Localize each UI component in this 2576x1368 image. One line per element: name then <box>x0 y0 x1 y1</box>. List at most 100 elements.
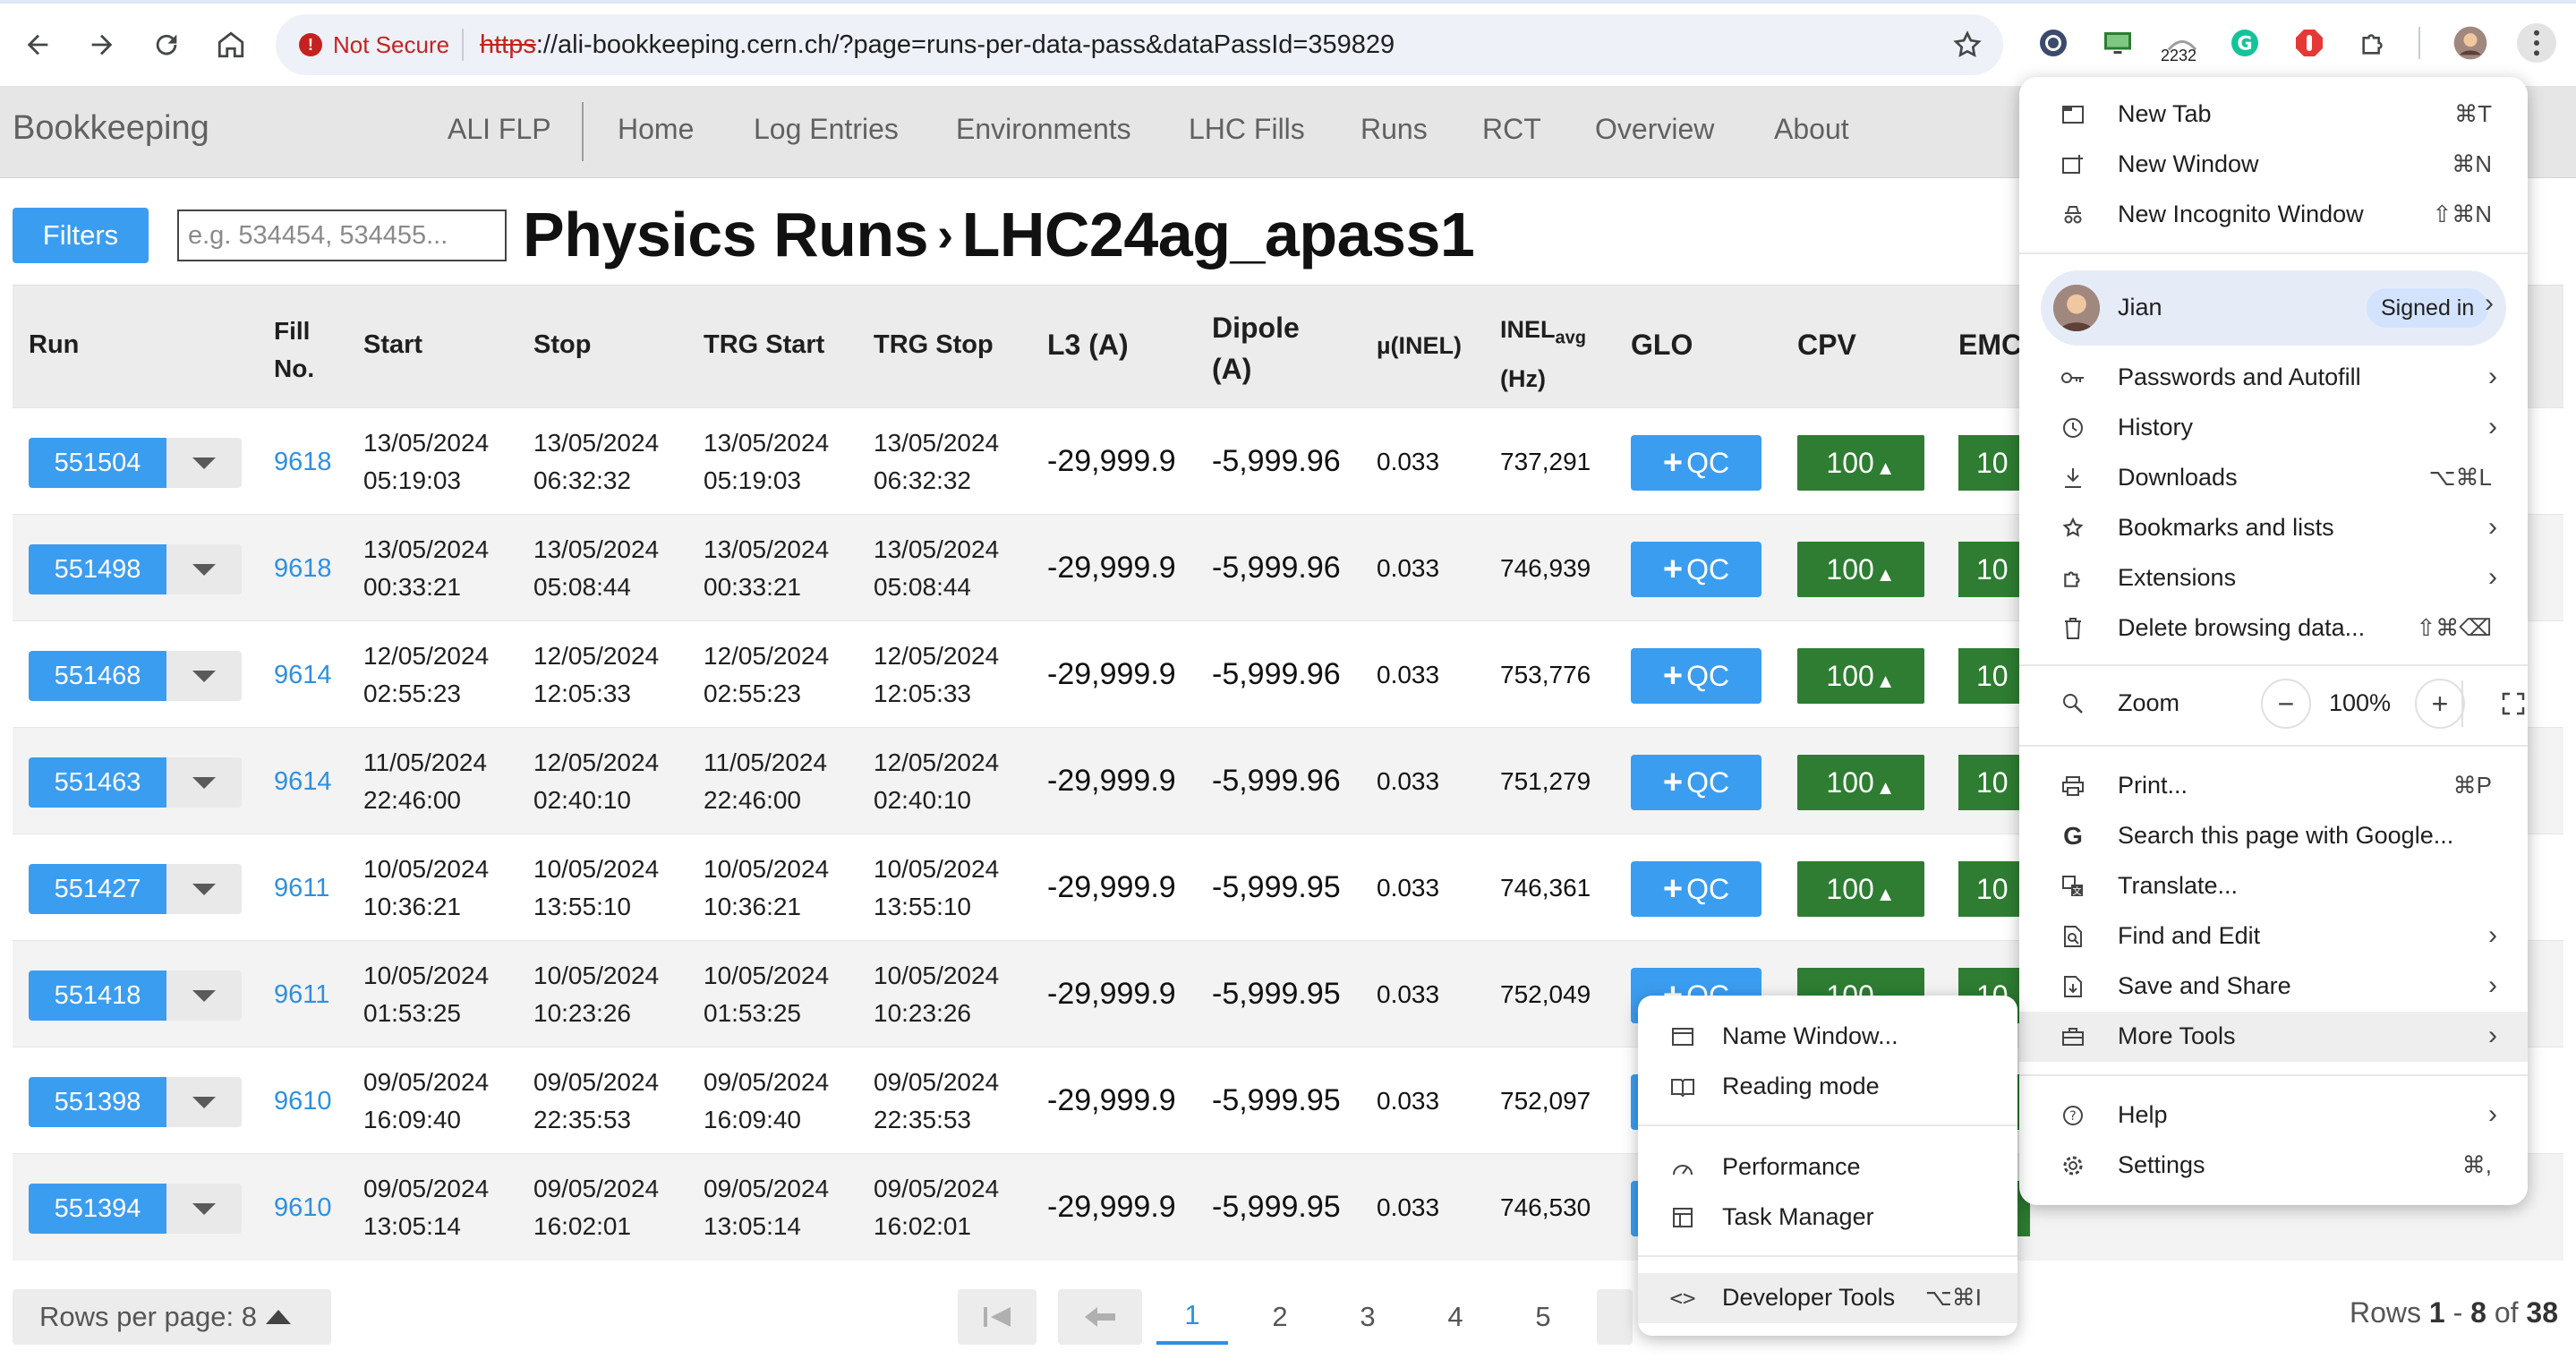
submenu-developer-tools[interactable]: <> Developer Tools ⌥⌘I <box>1638 1273 2017 1323</box>
run-number-button[interactable]: 551418 <box>29 970 166 1021</box>
run-dropdown-toggle[interactable] <box>166 970 242 1021</box>
previous-page-button[interactable] <box>1058 1289 1142 1345</box>
home-button[interactable] <box>208 21 254 68</box>
menu-passwords[interactable]: Passwords and Autofill › <box>2019 353 2528 403</box>
page-5[interactable]: 5 <box>1507 1289 1579 1345</box>
menu-history[interactable]: History › <box>2019 403 2528 453</box>
profile-avatar-button[interactable] <box>2451 23 2490 63</box>
run-search-input[interactable]: e.g. 534454, 534455... <box>177 209 507 261</box>
fill-number-link[interactable]: 9610 <box>274 1193 332 1223</box>
add-qc-flag-button[interactable]: +QC <box>1631 435 1761 491</box>
menu-downloads[interactable]: Downloads ⌥⌘L <box>2019 453 2528 503</box>
add-qc-flag-button[interactable]: +QC <box>1631 755 1761 810</box>
run-number-button[interactable]: 551398 <box>29 1077 166 1127</box>
extension-grammarly-icon[interactable]: G <box>2225 23 2265 63</box>
run-dropdown-toggle[interactable] <box>166 757 242 808</box>
brand-title[interactable]: Bookkeeping <box>13 109 209 148</box>
nav-ali-flp[interactable]: ALI FLP <box>448 113 551 146</box>
page-3[interactable]: 3 <box>1332 1289 1403 1345</box>
add-qc-flag-button[interactable]: +QC <box>1631 542 1761 597</box>
chrome-menu-button[interactable] <box>2517 23 2556 63</box>
nav-overview[interactable]: Overview <box>1595 113 1714 146</box>
first-page-button[interactable] <box>958 1289 1036 1345</box>
nav-runs[interactable]: Runs <box>1361 113 1428 146</box>
menu-new-window[interactable]: New Window ⌘N <box>2019 140 2528 190</box>
run-dropdown-toggle[interactable] <box>166 438 242 488</box>
nav-rct[interactable]: RCT <box>1482 113 1541 146</box>
submenu-name-window[interactable]: Name Window... <box>1638 1012 2017 1062</box>
menu-new-incognito[interactable]: New Incognito Window ⇧⌘N <box>2019 190 2528 240</box>
extensions-puzzle-icon[interactable] <box>2354 23 2393 63</box>
run-number-button[interactable]: 551463 <box>29 757 166 808</box>
submenu-reading-mode[interactable]: Reading mode <box>1638 1062 2017 1112</box>
run-number-button[interactable]: 551504 <box>29 438 166 488</box>
cpv-qc-badge[interactable]: 100▲ <box>1797 755 1924 810</box>
address-bar[interactable]: ! Not Secure https://ali-bookkeeping.cer… <box>276 14 2003 75</box>
col-inel-avg[interactable]: INELavg (Hz) <box>1500 309 1586 399</box>
cpv-qc-badge[interactable]: 100▲ <box>1797 648 1924 704</box>
cpv-qc-badge[interactable]: 100▲ <box>1797 861 1924 917</box>
col-emc[interactable]: EMC <box>1958 329 2022 362</box>
menu-print[interactable]: Print... ⌘P <box>2019 761 2528 811</box>
fill-number-link[interactable]: 9611 <box>274 874 329 903</box>
cpv-qc-badge[interactable]: 100▲ <box>1797 542 1924 597</box>
rows-per-page-select[interactable]: Rows per page: 8 <box>13 1289 331 1345</box>
menu-more-tools[interactable]: More Tools › <box>2019 1012 2528 1062</box>
menu-new-tab[interactable]: New Tab ⌘T <box>2019 90 2528 140</box>
filters-button[interactable]: Filters <box>13 208 149 263</box>
fill-number-link[interactable]: 9610 <box>274 1087 332 1116</box>
add-qc-flag-button[interactable]: +QC <box>1631 861 1761 917</box>
col-fill[interactable]: Fill No. <box>274 312 314 388</box>
run-dropdown-toggle[interactable] <box>166 651 242 701</box>
forward-button[interactable] <box>79 21 125 68</box>
zoom-out-button[interactable]: − <box>2261 679 2311 729</box>
menu-help[interactable]: ? Help › <box>2019 1090 2528 1141</box>
bookmark-star-icon[interactable] <box>1951 29 1983 61</box>
page-2[interactable]: 2 <box>1244 1289 1316 1345</box>
nav-about[interactable]: About <box>1774 113 1849 146</box>
col-stop[interactable]: Stop <box>533 330 591 360</box>
run-dropdown-toggle[interactable] <box>166 544 242 594</box>
fullscreen-button[interactable] <box>2492 682 2535 725</box>
run-dropdown-toggle[interactable] <box>166 1077 242 1127</box>
col-dipole[interactable]: Dipole (A) <box>1212 307 1300 389</box>
menu-search-google[interactable]: G Search this page with Google... <box>2019 811 2528 861</box>
run-number-button[interactable]: 551427 <box>29 864 166 914</box>
fill-number-link[interactable]: 9614 <box>274 661 332 690</box>
zoom-in-button[interactable]: + <box>2415 679 2465 729</box>
cpv-qc-badge[interactable]: 100▲ <box>1797 435 1924 491</box>
menu-settings[interactable]: Settings ⌘, <box>2019 1141 2528 1191</box>
nav-log-entries[interactable]: Log Entries <box>754 113 899 146</box>
submenu-performance[interactable]: Performance <box>1638 1142 2017 1193</box>
col-mu-inel[interactable]: µ(INEL) <box>1377 332 1462 360</box>
menu-extensions[interactable]: Extensions › <box>2019 553 2528 603</box>
menu-bookmarks[interactable]: Bookmarks and lists › <box>2019 503 2528 553</box>
run-dropdown-toggle[interactable] <box>166 1184 242 1234</box>
fill-number-link[interactable]: 9618 <box>274 554 332 584</box>
menu-translate[interactable]: 文 Translate... <box>2019 861 2528 911</box>
add-qc-flag-button[interactable]: +QC <box>1631 648 1761 704</box>
fill-number-link[interactable]: 9614 <box>274 767 332 797</box>
col-trg-start[interactable]: TRG Start <box>704 330 824 360</box>
extension-wallet-icon[interactable] <box>2034 23 2073 63</box>
col-l3[interactable]: L3 (A) <box>1047 329 1129 362</box>
fill-number-link[interactable]: 9611 <box>274 980 329 1010</box>
security-chip[interactable]: ! Not Secure <box>290 23 467 66</box>
nav-home[interactable]: Home <box>618 113 694 146</box>
nav-lhc-fills[interactable]: LHC Fills <box>1189 113 1305 146</box>
run-number-button[interactable]: 551498 <box>29 544 166 594</box>
extension-monitor-icon[interactable] <box>2098 23 2137 63</box>
menu-find-edit[interactable]: Find and Edit › <box>2019 911 2528 962</box>
back-button[interactable] <box>14 21 61 68</box>
col-run[interactable]: Run <box>29 330 79 360</box>
nav-environments[interactable]: Environments <box>956 113 1131 146</box>
page-4[interactable]: 4 <box>1420 1289 1491 1345</box>
run-number-button[interactable]: 551468 <box>29 651 166 701</box>
menu-save-share[interactable]: Save and Share › <box>2019 962 2528 1012</box>
menu-profile-row[interactable]: Jian Signed in › <box>2041 270 2506 346</box>
col-start[interactable]: Start <box>363 330 422 360</box>
next-page-button[interactable] <box>1597 1289 1633 1345</box>
col-trg-stop[interactable]: TRG Stop <box>874 330 994 360</box>
col-cpv[interactable]: CPV <box>1797 329 1856 362</box>
extension-adblock-icon[interactable] <box>2290 23 2329 63</box>
